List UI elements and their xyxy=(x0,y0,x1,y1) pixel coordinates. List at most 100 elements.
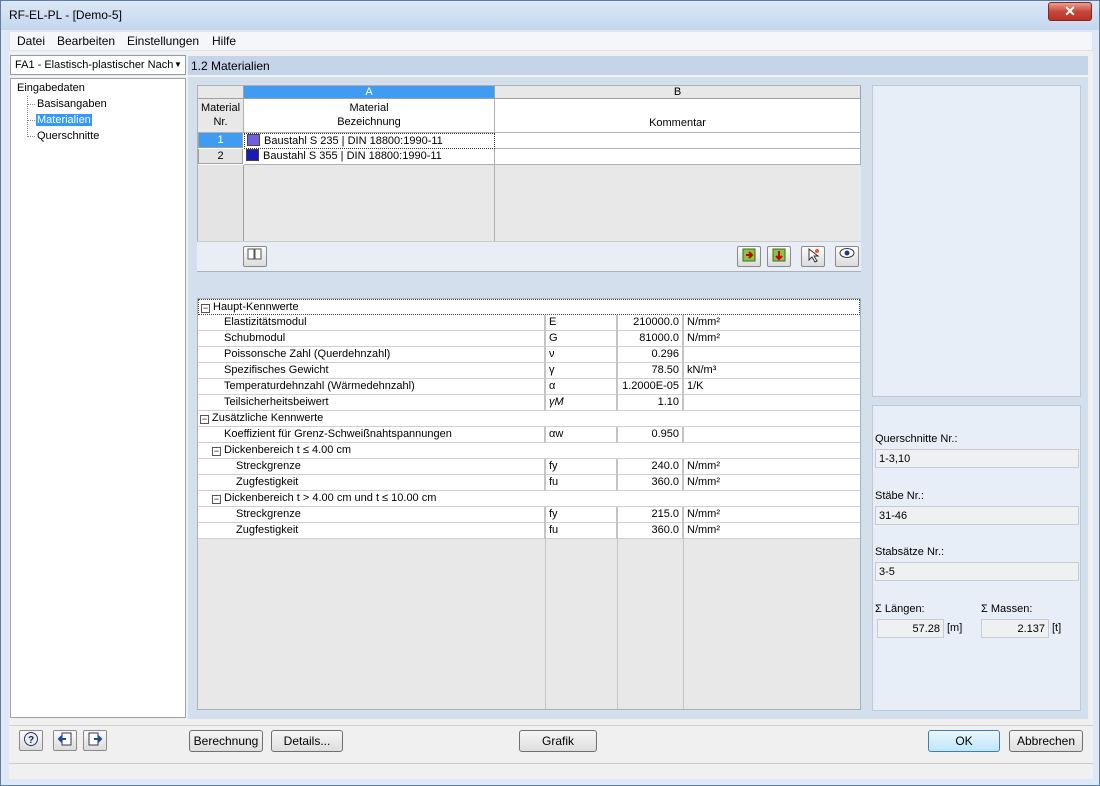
group-row-haupt[interactable]: − Haupt-Kennwerte xyxy=(198,299,860,315)
row-number-2[interactable]: 2 xyxy=(198,149,243,164)
property-label: Elastizitätsmodul xyxy=(198,315,545,331)
main-panel: A B Material Nr. Material Bezeichnung Ko… xyxy=(188,77,1088,719)
import-icon[interactable] xyxy=(737,246,761,267)
stabsaetze-field: 3-5 xyxy=(875,562,1079,581)
group-title: Zusätzliche Kennwerte xyxy=(212,412,324,424)
property-value[interactable]: 360.0 xyxy=(617,475,683,491)
property-unit: N/mm² xyxy=(687,460,720,472)
property-value[interactable]: 360.0 xyxy=(617,523,683,539)
property-row: Elastizitätsmodul E 210000.0 N/mm² xyxy=(198,315,860,331)
property-symbol: fy xyxy=(545,507,617,523)
property-label: Koeffizient für Grenz-Schweißnahtspannun… xyxy=(198,427,545,443)
property-symbol: γM xyxy=(545,395,617,411)
column-a-letter[interactable]: A xyxy=(244,86,495,99)
collapse-icon[interactable]: − xyxy=(201,304,210,313)
material-name: Baustahl S 355 | DIN 18800:1990-11 xyxy=(263,150,442,162)
menu-hilfe[interactable]: Hilfe xyxy=(212,34,236,48)
staebe-label: Stäbe Nr.: xyxy=(875,490,924,502)
property-value[interactable]: 78.50 xyxy=(617,363,683,379)
properties-table: − Haupt-Kennwerte Elastizitätsmodul E 210… xyxy=(197,298,861,710)
close-button[interactable]: ✕ xyxy=(1048,2,1092,21)
material-name: Baustahl S 235 | DIN 18800:1990-11 xyxy=(264,135,443,147)
export-icon[interactable] xyxy=(767,246,791,267)
property-label: Streckgrenze xyxy=(198,507,545,523)
ok-button[interactable]: OK xyxy=(928,730,1000,752)
berechnung-button[interactable]: Berechnung xyxy=(189,730,263,752)
group-title: Haupt-Kennwerte xyxy=(213,301,299,313)
nav-item-basisangaben[interactable]: Basisangaben xyxy=(37,98,107,110)
property-unit: N/mm² xyxy=(687,476,720,488)
nav-root-eingabedaten[interactable]: Eingabedaten xyxy=(17,82,85,94)
nav-item-querschnitte[interactable]: Querschnitte xyxy=(37,130,99,142)
column-b-header: Kommentar xyxy=(495,99,861,133)
property-row: Streckgrenze fy 240.0 N/mm² xyxy=(198,459,860,475)
property-label: Poissonsche Zahl (Querdehnzahl) xyxy=(198,347,545,363)
menu-datei[interactable]: Datei xyxy=(17,34,45,48)
view-icon[interactable] xyxy=(835,246,859,267)
grafik-button[interactable]: Grafik xyxy=(519,730,597,752)
property-value[interactable]: 81000.0 xyxy=(617,331,683,347)
case-select[interactable]: FA1 - Elastisch-plastischer Nach ▼ xyxy=(10,55,186,75)
case-select-value: FA1 - Elastisch-plastischer Nach xyxy=(15,59,174,71)
material-name-cell[interactable]: Baustahl S 235 | DIN 18800:1990-11 xyxy=(244,133,495,149)
info-panel: Querschnitte Nr.: 1-3,10 Stäbe Nr.: 31-4… xyxy=(872,405,1081,711)
collapse-icon[interactable]: − xyxy=(200,415,209,424)
group-row-zusaetzlich[interactable]: − Zusätzliche Kennwerte xyxy=(198,411,860,427)
property-value[interactable]: 215.0 xyxy=(617,507,683,523)
help-icon[interactable]: ? xyxy=(19,730,43,751)
subgroup-row[interactable]: − Dickenbereich t > 4.00 cm und t ≤ 10.00… xyxy=(198,491,860,507)
property-row: Zugfestigkeit fu 360.0 N/mm² xyxy=(198,475,860,491)
column-b-letter[interactable]: B xyxy=(495,86,861,99)
property-row: Teilsicherheitsbeiwert γM 1.10 xyxy=(198,395,860,411)
property-unit: 1/K xyxy=(687,380,704,392)
row-number-1[interactable]: 1 xyxy=(198,133,243,148)
material-color-swatch xyxy=(247,134,260,146)
property-label: Spezifisches Gewicht xyxy=(198,363,545,379)
material-comment-cell[interactable] xyxy=(495,149,861,165)
library-icon[interactable] xyxy=(243,246,267,267)
property-label: Zugfestigkeit xyxy=(198,475,545,491)
collapse-icon[interactable]: − xyxy=(212,495,221,504)
title-bar: RF-EL-PL - [Demo-5] ✕ xyxy=(1,1,1099,30)
property-value[interactable]: 0.296 xyxy=(617,347,683,363)
column-a-header: Material Bezeichnung xyxy=(244,99,495,133)
preview-panel xyxy=(872,85,1081,397)
property-label: Schubmodul xyxy=(198,331,545,347)
property-label: Teilsicherheitsbeiwert xyxy=(198,395,545,411)
property-value[interactable]: 0.950 xyxy=(617,427,683,443)
application-window: RF-EL-PL - [Demo-5] ✕ Datei Bearbeiten E… xyxy=(0,0,1100,786)
details-button[interactable]: Details... xyxy=(271,730,343,752)
material-comment-cell[interactable] xyxy=(495,133,861,149)
collapse-icon[interactable]: − xyxy=(212,447,221,456)
property-symbol: αw xyxy=(545,427,617,443)
nav-item-materialien[interactable]: Materialien xyxy=(36,114,92,126)
property-symbol: fu xyxy=(545,475,617,491)
property-row: Zugfestigkeit fu 360.0 N/mm² xyxy=(198,523,860,539)
next-icon[interactable] xyxy=(83,730,107,751)
laengen-unit: [m] xyxy=(947,622,963,634)
empty-row-area xyxy=(244,165,495,241)
pick-icon[interactable] xyxy=(801,246,825,267)
chevron-down-icon[interactable]: ▼ xyxy=(171,56,185,74)
property-value[interactable]: 240.0 xyxy=(617,459,683,475)
materials-toolbar xyxy=(197,241,861,271)
menu-bearbeiten[interactable]: Bearbeiten xyxy=(57,34,115,48)
subgroup-title: Dickenbereich t ≤ 4.00 cm xyxy=(224,444,352,456)
property-symbol: fu xyxy=(545,523,617,539)
menu-einstellungen[interactable]: Einstellungen xyxy=(127,34,199,48)
property-value[interactable]: 210000.0 xyxy=(617,315,683,331)
property-unit: N/mm² xyxy=(687,524,720,536)
subgroup-row[interactable]: − Dickenbereich t ≤ 4.00 cm xyxy=(198,443,860,459)
property-unit xyxy=(683,347,860,363)
property-symbol: fy xyxy=(545,459,617,475)
property-value[interactable]: 1.10 xyxy=(617,395,683,411)
previous-icon[interactable] xyxy=(53,730,77,751)
property-row: Spezifisches Gewicht γ 78.50 kN/m³ xyxy=(198,363,860,379)
property-row: Temperaturdehnzahl (Wärmedehnzahl) α 1.2… xyxy=(198,379,860,395)
property-value[interactable]: 1.2000E-05 xyxy=(617,379,683,395)
querschnitte-field: 1-3,10 xyxy=(875,449,1079,468)
massen-unit: [t] xyxy=(1052,622,1062,634)
material-name-cell[interactable]: Baustahl S 355 | DIN 18800:1990-11 xyxy=(244,149,495,165)
cancel-button[interactable]: Abbrechen xyxy=(1009,730,1083,752)
property-symbol: G xyxy=(545,331,617,347)
